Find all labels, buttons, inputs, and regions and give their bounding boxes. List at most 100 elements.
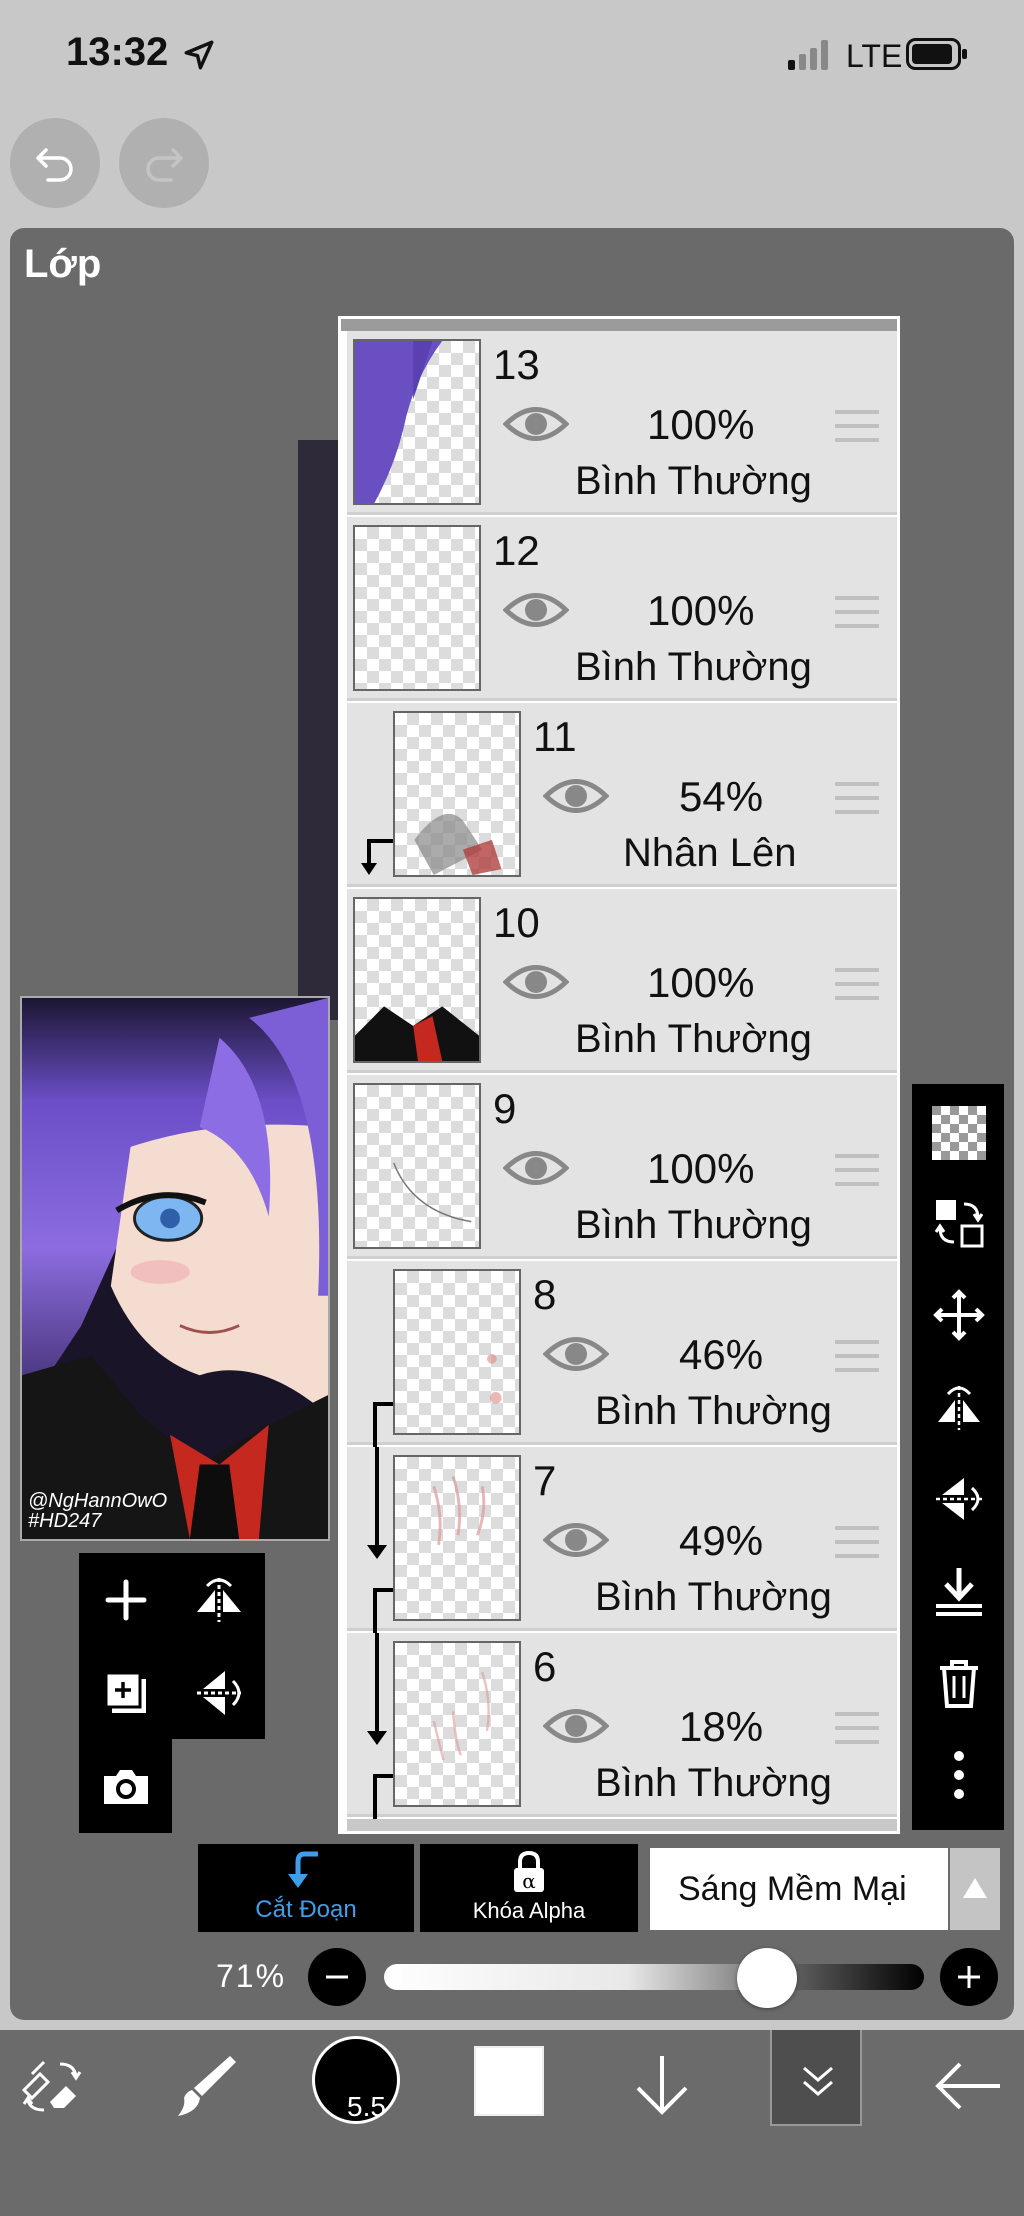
opacity-value: 71% <box>216 1958 287 1994</box>
visibility-eye-icon[interactable] <box>543 773 609 819</box>
plus-icon <box>105 1579 147 1621</box>
lock-alpha-icon: α <box>514 1850 544 1893</box>
artwork-image <box>22 998 328 1539</box>
layer-blend-mode: Bình Thường <box>595 1389 832 1433</box>
canvas-preview[interactable]: @NgHannOwO #HD247 <box>20 996 330 1541</box>
clipping-arrow-icon <box>361 839 393 875</box>
drag-handle-icon[interactable] <box>833 1523 881 1561</box>
layer-row-partial[interactable] <box>347 1819 897 1831</box>
visibility-eye-icon[interactable] <box>503 401 569 447</box>
svg-text:α: α <box>522 1869 536 1893</box>
clipping-arrow-icon <box>288 1851 318 1888</box>
tool-switch-button[interactable] <box>14 2046 94 2126</box>
layer-row[interactable]: 9 100% Bình Thường <box>347 1075 897 1259</box>
clipping-arrow-icon <box>367 1633 387 1745</box>
layer-number: 13 <box>493 341 540 388</box>
layer-quick-tools <box>79 1553 265 1833</box>
layer-number: 7 <box>533 1457 557 1504</box>
drag-handle-icon[interactable] <box>833 1709 881 1747</box>
visibility-eye-icon[interactable] <box>503 587 569 633</box>
camera-layer-button[interactable] <box>96 1756 156 1816</box>
layer-number: 6 <box>533 1643 557 1690</box>
layer-thumbnail <box>353 1083 481 1249</box>
camera-icon <box>104 1770 148 1804</box>
duplicate-icon <box>104 1671 146 1713</box>
layer-blend-mode: Nhân Lên <box>623 831 797 875</box>
visibility-eye-icon[interactable] <box>543 1331 609 1377</box>
layer-tools-column <box>912 1084 1004 1830</box>
flip-horizontal-layer-button[interactable] <box>932 1380 986 1434</box>
layer-opacity: 100% <box>647 959 755 1006</box>
alpha-lock-button[interactable]: α Khóa Alpha <box>420 1844 638 1932</box>
flip-horizontal-icon <box>938 1386 980 1430</box>
visibility-eye-icon[interactable] <box>503 959 569 1005</box>
layer-opacity: 18% <box>679 1703 764 1750</box>
blend-mode-select[interactable]: Sáng Mềm Mại <box>650 1848 948 1930</box>
layer-number: 12 <box>493 527 540 574</box>
drag-handle-icon[interactable] <box>833 779 881 817</box>
swap-layers-button[interactable] <box>932 1196 986 1250</box>
merge-down-icon <box>936 1568 982 1616</box>
add-layer-button[interactable] <box>96 1570 156 1630</box>
color-swatch[interactable] <box>474 2046 544 2116</box>
layer-opacity: 49% <box>679 1517 764 1564</box>
visibility-eye-icon[interactable] <box>543 1517 609 1563</box>
double-chevron-down-icon <box>803 2066 833 2096</box>
drag-handle-icon[interactable] <box>833 407 881 445</box>
brush-icon <box>178 2056 236 2116</box>
flip-vertical-layer-button[interactable] <box>932 1472 986 1526</box>
brush-tool-button[interactable] <box>164 2046 244 2126</box>
duplicate-layer-button[interactable] <box>96 1663 156 1723</box>
more-options-button[interactable] <box>932 1748 986 1802</box>
merge-down-button[interactable] <box>932 1564 986 1618</box>
minus-icon <box>326 1975 348 1979</box>
trash-icon <box>940 1660 978 1708</box>
flip-horizontal-icon <box>197 1578 241 1622</box>
artist-signature: @NgHannOwO #HD247 <box>28 1490 168 1532</box>
opacity-increase-button[interactable] <box>940 1948 998 2006</box>
blend-mode-dropdown-button[interactable] <box>950 1848 1000 1930</box>
move-button[interactable] <box>932 1288 986 1342</box>
layers-toggle-button[interactable] <box>770 2030 862 2126</box>
layer-opacity: 54% <box>679 773 764 820</box>
layer-opacity: 100% <box>647 1145 755 1192</box>
layer-row[interactable]: 7 49% Bình Thường <box>347 1447 897 1633</box>
arrow-left-icon <box>935 2062 1000 2110</box>
layer-blend-mode: Bình Thường <box>575 645 812 689</box>
more-vertical-icon <box>954 1751 964 1799</box>
location-arrow-icon <box>184 40 214 70</box>
drag-handle-icon[interactable] <box>833 965 881 1003</box>
layer-row[interactable]: 6 18% Bình Thường <box>347 1633 897 1819</box>
import-button[interactable] <box>622 2046 702 2126</box>
delete-layer-button[interactable] <box>932 1656 986 1710</box>
layer-opacity: 100% <box>647 401 755 448</box>
opacity-slider-track[interactable] <box>384 1964 924 1990</box>
canvas-edge <box>298 440 342 1020</box>
drag-handle-icon[interactable] <box>833 1151 881 1189</box>
layer-list: 13 100% Bình Thường 12 100% Bình Thường … <box>338 316 900 1834</box>
opacity-slider-thumb[interactable] <box>737 1948 798 2008</box>
brush-size-value: 5.5 <box>347 2091 386 2122</box>
visibility-eye-icon[interactable] <box>543 1703 609 1749</box>
redo-button[interactable] <box>119 118 209 208</box>
layer-blend-mode: Bình Thường <box>575 459 812 503</box>
layer-row[interactable]: 12 100% Bình Thường <box>347 517 897 701</box>
flip-horizontal-button[interactable] <box>189 1570 249 1630</box>
layer-row[interactable]: 8 46% Bình Thường <box>347 1261 897 1447</box>
layer-row[interactable]: 13 100% Bình Thường <box>347 331 897 515</box>
layer-row[interactable]: 10 100% Bình Thường <box>347 889 897 1073</box>
drag-handle-icon[interactable] <box>833 593 881 631</box>
back-button[interactable] <box>928 2046 1008 2126</box>
brush-size-color-button[interactable]: 5.5 <box>312 2036 400 2124</box>
clipping-label: Cắt Đoạn <box>255 1896 357 1923</box>
opacity-decrease-button[interactable] <box>308 1948 366 2006</box>
undo-icon <box>36 148 73 182</box>
clipping-button[interactable]: Cắt Đoạn <box>198 1844 414 1932</box>
layer-row[interactable]: 11 54% Nhân Lên <box>347 703 897 887</box>
visibility-eye-icon[interactable] <box>503 1145 569 1191</box>
drag-handle-icon[interactable] <box>833 1337 881 1375</box>
transparency-button[interactable] <box>932 1106 986 1160</box>
undo-button[interactable] <box>10 118 100 208</box>
flip-vertical-button[interactable] <box>189 1663 249 1723</box>
clipping-arrow-icon <box>367 1447 387 1559</box>
